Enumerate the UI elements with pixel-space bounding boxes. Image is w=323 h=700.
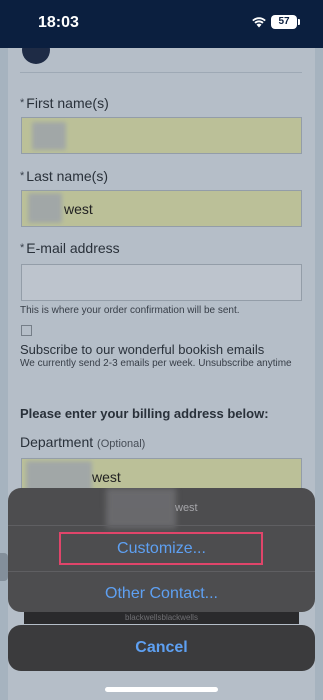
battery-icon: 57	[271, 15, 300, 29]
wifi-icon	[252, 17, 266, 28]
cancel-button[interactable]: Cancel	[8, 625, 315, 671]
contact-action-sheet: west Customize... Other Contact...	[8, 488, 315, 612]
home-indicator	[105, 687, 218, 692]
action-sheet-header-text: west	[175, 502, 198, 514]
status-bar: 18:03 57	[0, 0, 323, 48]
action-sheet-header: west	[8, 488, 315, 528]
other-contact-button[interactable]: Other Contact...	[8, 573, 315, 612]
background-peek-row: blackwellsblackwells	[24, 612, 299, 624]
separator	[8, 525, 315, 526]
redaction-blur	[106, 488, 176, 528]
highlight-box	[59, 532, 263, 565]
status-time: 18:03	[38, 14, 79, 31]
separator	[8, 571, 315, 572]
